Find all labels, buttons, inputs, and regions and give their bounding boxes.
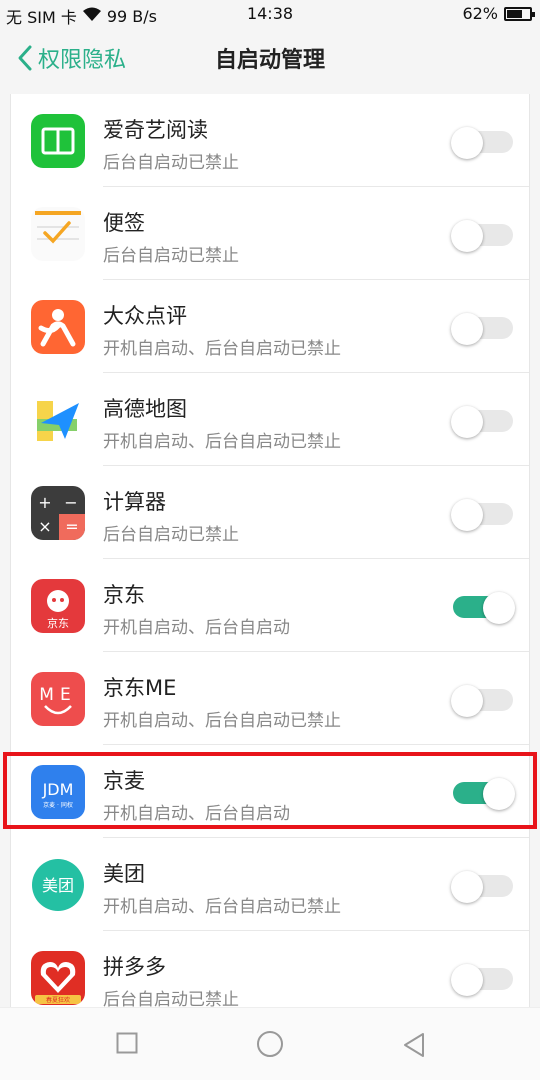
app-name: 京东 <box>103 583 145 607</box>
circle-icon <box>257 1031 283 1057</box>
back-button[interactable]: 权限隐私 <box>16 42 126 74</box>
jdme-icon: ME <box>31 672 85 726</box>
clock: 14:38 <box>246 4 294 23</box>
amap-icon <box>31 393 85 447</box>
app-status: 后台自启动已禁止 <box>103 525 239 545</box>
jdme-icon-label: ME <box>39 685 76 705</box>
autostart-toggle[interactable] <box>451 964 513 996</box>
triangle-back-icon <box>404 1033 424 1057</box>
app-name: 拼多多 <box>103 955 166 979</box>
app-list[interactable]: 爱奇艺阅读 后台自启动已禁止 便签 后台自启动已禁止 大众点评 开机自启动、后台… <box>10 94 530 1007</box>
status-bar: 无 SIM 卡 99 B/s 14:38 62% <box>0 0 540 28</box>
app-status: 开机自启动、后台自启动 <box>103 804 290 824</box>
app-name: 大众点评 <box>103 304 187 328</box>
autostart-toggle[interactable] <box>451 685 513 717</box>
autostart-toggle[interactable] <box>451 313 513 345</box>
app-status: 开机自启动、后台自启动已禁止 <box>103 339 341 359</box>
battery-icon <box>504 6 535 21</box>
autostart-toggle[interactable] <box>451 499 513 531</box>
title-bar: 权限隐私 自启动管理 <box>0 28 540 88</box>
list-item[interactable]: 美团 美团 开机自启动、后台自启动已禁止 <box>11 838 529 931</box>
back-nav-button[interactable] <box>402 1032 426 1062</box>
svg-text:=: = <box>65 517 78 536</box>
pinduoduo-icon: 春夏狂欢 <box>31 951 85 1005</box>
app-name: 爱奇艺阅读 <box>103 118 208 142</box>
jingmai-icon-sub: 京麦 · 同权 <box>43 801 73 809</box>
battery-percent: 62% <box>462 4 498 23</box>
app-status: 开机自启动、后台自启动已禁止 <box>103 711 341 731</box>
jd-icon: 京东 <box>31 579 85 633</box>
autostart-toggle[interactable] <box>451 871 513 903</box>
list-item[interactable]: 京东 京东 开机自启动、后台自启动 <box>11 559 529 652</box>
list-item[interactable]: 春夏狂欢 拼多多 后台自启动已禁止 <box>11 931 529 1007</box>
app-name: 计算器 <box>103 490 166 514</box>
notes-icon <box>31 207 85 261</box>
list-item[interactable]: 爱奇艺阅读 后台自启动已禁止 <box>11 94 529 187</box>
list-item[interactable]: 高德地图 开机自启动、后台自启动已禁止 <box>11 373 529 466</box>
app-name: 京麦 <box>103 769 145 793</box>
app-status: 开机自启动、后台自启动已禁止 <box>103 432 341 452</box>
meituan-icon-label: 美团 <box>42 876 74 895</box>
app-status: 开机自启动、后台自启动 <box>103 618 290 638</box>
jingmai-icon-label: JDM <box>42 780 74 799</box>
autostart-toggle[interactable] <box>451 406 513 438</box>
dianping-icon <box>31 300 85 354</box>
list-item[interactable]: ME 京东ME 开机自启动、后台自启动已禁止 <box>11 652 529 745</box>
app-name: 京东ME <box>103 676 177 700</box>
svg-text:+: + <box>38 493 51 512</box>
autostart-toggle[interactable] <box>451 127 513 159</box>
jd-icon-label: 京东 <box>47 616 69 630</box>
square-icon <box>116 1032 138 1054</box>
pdd-icon-label: 春夏狂欢 <box>46 996 70 1004</box>
app-status: 开机自启动、后台自启动已禁止 <box>103 897 341 917</box>
chevron-left-icon <box>18 45 32 71</box>
meituan-icon: 美团 <box>31 858 85 912</box>
app-name: 高德地图 <box>103 397 187 421</box>
list-item[interactable]: JDM 京麦 · 同权 京麦 开机自启动、后台自启动 <box>11 745 529 838</box>
svg-text:×: × <box>38 517 51 536</box>
autostart-toggle[interactable] <box>453 592 515 624</box>
list-item[interactable]: 便签 后台自启动已禁止 <box>11 187 529 280</box>
back-label: 权限隐私 <box>38 48 127 73</box>
recents-button[interactable] <box>116 1032 138 1058</box>
calculator-icon: + − × = <box>31 486 85 540</box>
system-nav-bar <box>0 1007 540 1080</box>
list-item[interactable]: + − × = 计算器 后台自启动已禁止 <box>11 466 529 559</box>
autostart-toggle[interactable] <box>451 220 513 252</box>
app-name: 美团 <box>103 862 145 886</box>
jingmai-icon: JDM 京麦 · 同权 <box>31 765 85 819</box>
autostart-toggle[interactable] <box>453 778 515 810</box>
app-status: 后台自启动已禁止 <box>103 246 239 266</box>
app-status: 后台自启动已禁止 <box>103 990 239 1007</box>
home-button[interactable] <box>256 1030 284 1062</box>
list-item[interactable]: 大众点评 开机自启动、后台自启动已禁止 <box>11 280 529 373</box>
svg-text:−: − <box>64 493 77 512</box>
app-name: 便签 <box>103 211 145 235</box>
app-status: 后台自启动已禁止 <box>103 153 239 173</box>
book-icon <box>31 114 85 168</box>
